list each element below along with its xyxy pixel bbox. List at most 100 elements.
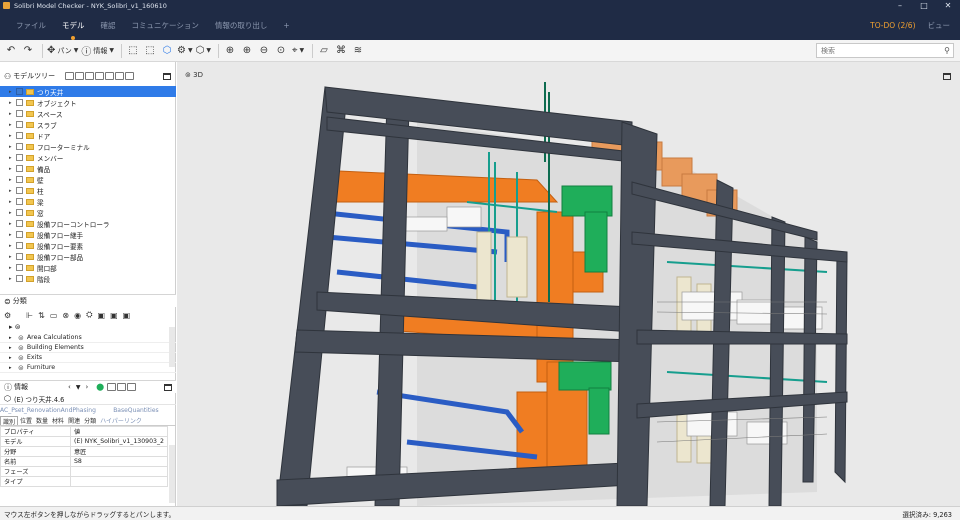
tree-item[interactable]: ▸ 設備フロー継手 — [0, 229, 176, 240]
select-boxes-icon[interactable]: ⬚ — [126, 43, 140, 59]
zoom-in-icon[interactable]: ⊕ — [240, 43, 254, 59]
link-icon[interactable]: ⬤ — [96, 383, 104, 391]
tree-item[interactable]: ▸ オブジェクト — [0, 97, 176, 108]
tree-item[interactable]: ▸ 設備フロー部品 — [0, 251, 176, 262]
view-cube-button[interactable]: ⬡ ▼ — [196, 43, 211, 59]
tree-item[interactable]: ▸ フローターミナル — [0, 141, 176, 152]
3d-viewport[interactable]: ⊚ 3D — [177, 62, 960, 506]
map-pin-icon[interactable]: ⌘ — [334, 43, 348, 59]
expand-arrow-icon[interactable]: ▸ — [9, 365, 18, 371]
tree-item[interactable]: ▸ ドア — [0, 130, 176, 141]
copy-icon[interactable] — [125, 72, 135, 80]
pan-button[interactable]: ✥ パン ▼ — [47, 43, 78, 59]
building-model-render[interactable] — [177, 62, 960, 506]
maximize-panel-icon[interactable] — [164, 383, 172, 391]
table-row[interactable]: 分野 意匠 — [0, 446, 169, 457]
expand-arrow-icon[interactable]: ▸ — [9, 144, 12, 150]
open-folder-icon[interactable]: ▭ — [50, 311, 58, 320]
group-icon[interactable] — [105, 72, 115, 80]
isolate-cube-icon[interactable]: ⬡ — [160, 43, 174, 59]
eye-icon[interactable]: ⊜ — [18, 344, 24, 352]
expand-arrow-icon[interactable]: ▸ — [9, 265, 12, 271]
tree-checkbox[interactable] — [16, 275, 23, 282]
tree-checkbox[interactable] — [16, 99, 23, 106]
tree-checkbox[interactable] — [16, 110, 23, 117]
visibility-button[interactable]: ⚙ ▼ — [177, 43, 193, 59]
tree-item[interactable]: ▸ つり天井 — [0, 86, 176, 97]
eye-icon[interactable]: ◉ — [74, 311, 81, 320]
info-button[interactable]: ⓘ 情報 ▼ — [81, 43, 114, 59]
tree-checkbox[interactable] — [16, 253, 23, 260]
search-icon[interactable]: ⚲ — [941, 46, 953, 55]
tree-checkbox[interactable] — [16, 242, 23, 249]
expand-arrow-icon[interactable]: ▸ — [9, 177, 12, 183]
expand-arrow-icon[interactable]: ▸ — [9, 345, 18, 351]
expand-arrow-icon[interactable]: ▸ — [9, 355, 18, 361]
lock-icon[interactable]: ▣ — [98, 311, 106, 320]
classification-item[interactable]: ▸ ⊜ Area Calculations — [0, 333, 176, 343]
todo-indicator[interactable]: TO-DO (2/6) — [870, 21, 915, 30]
expand-arrow-icon[interactable]: ▸ — [9, 100, 12, 106]
menu-model[interactable]: モデル — [62, 18, 85, 40]
table-row[interactable]: タイプ — [0, 476, 169, 487]
expand-arrow-icon[interactable]: ▸ — [9, 89, 12, 95]
tree-checkbox[interactable] — [16, 209, 23, 216]
eye-icon[interactable]: ⊜ — [18, 354, 24, 362]
tree-checkbox[interactable] — [16, 198, 23, 205]
tree-item[interactable]: ▸ 設備フロー要素 — [0, 240, 176, 251]
next-arrow-icon[interactable]: › — [85, 383, 88, 391]
print-icon[interactable] — [117, 383, 127, 391]
tree-checkbox[interactable] — [16, 132, 23, 139]
columns-icon[interactable] — [95, 72, 105, 80]
tree-checkbox[interactable] — [16, 176, 23, 183]
table-row[interactable]: フェーズ — [0, 466, 169, 477]
maximize-view-icon[interactable] — [943, 73, 951, 80]
close-icon[interactable]: ✕ — [936, 1, 960, 10]
expand-arrow-icon[interactable]: ▸ — [9, 232, 12, 238]
hide-boxes-icon[interactable]: ⬚ — [143, 43, 157, 59]
menu-file[interactable]: ファイル — [16, 18, 46, 33]
tree-item[interactable]: ▸ 設備フローコントローラ — [0, 218, 176, 229]
eye-icon[interactable]: ⊜ — [18, 334, 24, 342]
maximize-panel-icon[interactable] — [163, 72, 171, 80]
expand-arrow-icon[interactable]: ▸ — [9, 243, 12, 249]
expand-arrow-icon[interactable]: ▸ — [9, 335, 18, 341]
prev-arrow-icon[interactable]: ‹ — [68, 383, 71, 391]
tab-materials[interactable]: 材料 — [50, 416, 66, 425]
tree-checkbox[interactable] — [16, 154, 23, 161]
tree-item[interactable]: ▸ 柱 — [0, 185, 176, 196]
expand-arrow-icon[interactable]: ▸ — [9, 166, 12, 172]
tree-icon[interactable]: ⊩ — [26, 311, 33, 320]
zoom-fit-icon[interactable]: ⊕ — [223, 43, 237, 59]
search-box[interactable]: ⚲ — [816, 43, 954, 58]
tree-item[interactable]: ▸ 梁 — [0, 196, 176, 207]
tree-checkbox[interactable] — [16, 187, 23, 194]
tab-hyperlinks[interactable]: ハイパーリンク — [98, 416, 144, 425]
tree-item[interactable]: ▸ 備品 — [0, 163, 176, 174]
view-menu[interactable]: ビュー — [928, 20, 951, 31]
classification-item[interactable]: ▸ ⊜ Exits — [0, 353, 176, 363]
print-icon[interactable]: ▣ — [110, 311, 118, 320]
expand-arrow-icon[interactable]: ▸ — [9, 188, 12, 194]
expand-arrow-icon[interactable]: ▸ — [9, 276, 12, 282]
expand-arrow-icon[interactable]: ▸ — [9, 122, 12, 128]
collapse-icon[interactable] — [75, 72, 85, 80]
tree-item[interactable]: ▸ スラブ — [0, 119, 176, 130]
info-scrollbar[interactable] — [169, 445, 175, 503]
zoom-out-icon[interactable]: ⊖ — [257, 43, 271, 59]
tree-item[interactable]: ▸ メンバー — [0, 152, 176, 163]
undo-icon[interactable]: ↶ — [4, 43, 18, 59]
sort-icon[interactable]: ⇅ — [38, 311, 45, 320]
minimize-icon[interactable]: – — [888, 1, 912, 10]
expand-arrow-icon[interactable]: ▸ — [9, 199, 12, 205]
classification-scrollbar[interactable] — [169, 327, 175, 367]
menu-information-takeoff[interactable]: 情報の取り出し — [215, 18, 268, 33]
zoom-selection-icon[interactable]: ⊙ — [274, 43, 288, 59]
add-tab-button[interactable]: + — [283, 19, 289, 32]
tree-item[interactable]: ▸ 壁 — [0, 174, 176, 185]
filter-icon[interactable] — [65, 72, 75, 80]
table-row[interactable]: 名前 S8 — [0, 456, 169, 467]
lock-icon[interactable] — [115, 72, 125, 80]
measure-icon[interactable]: ▱ — [317, 43, 331, 59]
tree-checkbox[interactable] — [16, 165, 23, 172]
